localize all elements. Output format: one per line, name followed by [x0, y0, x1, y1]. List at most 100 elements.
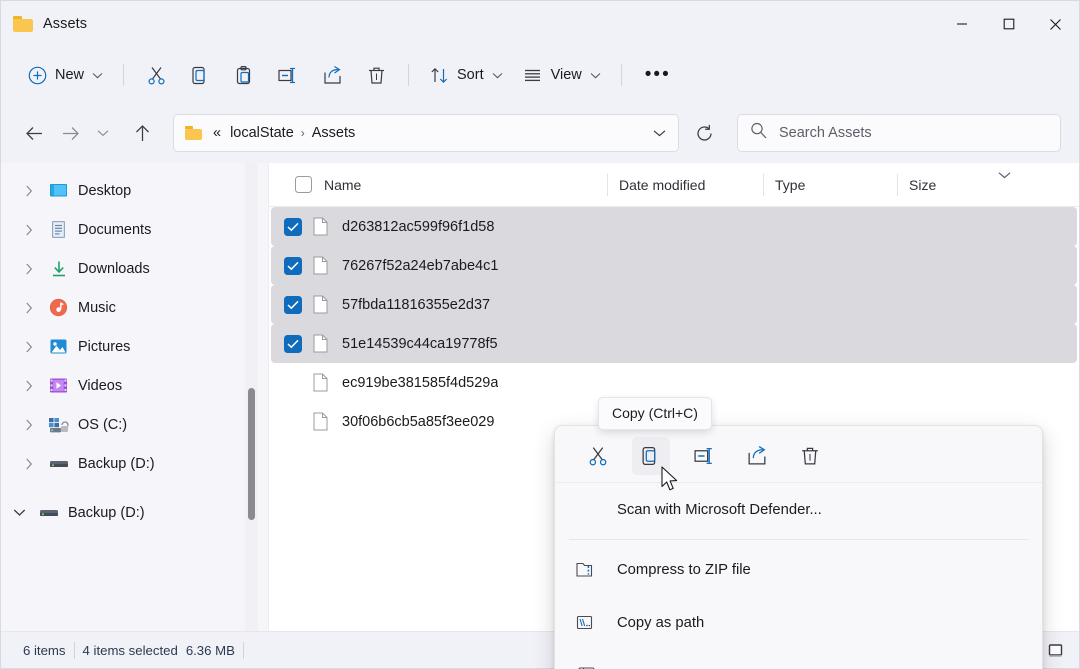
sidebar-item-os-c[interactable]: OS (C:): [5, 405, 263, 444]
column-header-size[interactable]: Size: [897, 163, 1079, 207]
new-button[interactable]: New: [17, 57, 113, 93]
cut-button[interactable]: [579, 437, 617, 475]
paste-button[interactable]: [222, 57, 266, 93]
drive-icon: [38, 503, 59, 522]
sidebar-item-label: Pictures: [78, 339, 130, 355]
sidebar-item-pictures[interactable]: Pictures: [5, 327, 263, 366]
menu-item-properties[interactable]: Properties Alt+Enter: [555, 649, 1042, 669]
minimize-button[interactable]: [938, 1, 985, 47]
breadcrumb-item-localstate[interactable]: localState: [225, 122, 299, 144]
large-icons-view-button[interactable]: [1041, 637, 1069, 663]
item-count: 6 items: [15, 643, 74, 658]
column-divider[interactable]: [897, 174, 898, 196]
chevron-down-icon[interactable]: [644, 118, 674, 148]
file-icon: [307, 412, 333, 431]
close-button[interactable]: [1032, 1, 1079, 47]
sidebar-scrollbar[interactable]: [245, 163, 258, 631]
sort-button[interactable]: Sort: [419, 57, 513, 93]
column-header-date-modified[interactable]: Date modified: [607, 163, 763, 207]
file-name: d263812ac599f96f1d58: [333, 219, 494, 235]
chevron-right-icon[interactable]: [19, 185, 39, 197]
row-checkbox[interactable]: [271, 218, 307, 236]
maximize-button[interactable]: [985, 1, 1032, 47]
table-row[interactable]: d263812ac599f96f1d58: [271, 207, 1077, 246]
column-header-name[interactable]: Name: [269, 163, 607, 207]
breadcrumb-item-assets[interactable]: Assets: [307, 122, 361, 144]
search-input[interactable]: Search Assets: [779, 125, 872, 141]
trash-icon: [365, 64, 387, 86]
share-button[interactable]: [738, 437, 776, 475]
menu-item-copy-as-path[interactable]: Copy as path: [555, 596, 1042, 649]
command-bar: New: [1, 47, 1079, 103]
see-more-button[interactable]: •••: [632, 57, 684, 93]
file-icon: [307, 217, 333, 236]
view-button[interactable]: View: [513, 57, 611, 93]
column-divider[interactable]: [607, 174, 608, 196]
menu-item-compress-to-zip[interactable]: Compress to ZIP file: [555, 543, 1042, 596]
share-icon: [321, 64, 343, 86]
delete-button[interactable]: [791, 437, 829, 475]
sidebar-item-downloads[interactable]: Downloads: [5, 249, 263, 288]
row-checkbox[interactable]: [271, 257, 307, 275]
sort-button-label: Sort: [457, 67, 484, 83]
sidebar-item-desktop[interactable]: Desktop: [5, 171, 263, 210]
row-checkbox[interactable]: [271, 296, 307, 314]
rename-button[interactable]: [266, 57, 310, 93]
context-menu: Scan with Microsoft Defender... Compress…: [554, 425, 1043, 669]
chevron-right-icon[interactable]: [19, 458, 39, 470]
navigation-pane: Desktop Documents Downloads: [1, 163, 269, 631]
select-all-checkbox[interactable]: [295, 176, 312, 193]
row-checkbox[interactable]: [271, 335, 307, 353]
tooltip: Copy (Ctrl+C): [598, 397, 712, 430]
sidebar-item-label: OS (C:): [78, 417, 127, 433]
copy-button[interactable]: [178, 57, 222, 93]
chevron-down-icon[interactable]: [9, 508, 29, 517]
menu-item-label: Compress to ZIP file: [617, 562, 751, 578]
rename-icon: [277, 64, 299, 86]
column-header-type[interactable]: Type: [763, 163, 897, 207]
content-area: Desktop Documents Downloads: [1, 163, 1079, 631]
table-row[interactable]: 51e14539c44ca19778f5: [271, 324, 1077, 363]
delete-button[interactable]: [354, 57, 398, 93]
sidebar-item-backup-d-root[interactable]: Backup (D:): [5, 493, 263, 532]
table-row[interactable]: 76267f52a24eb7abe4c1: [271, 246, 1077, 285]
menu-item-scan-with-defender[interactable]: Scan with Microsoft Defender...: [555, 483, 1042, 536]
file-icon: [307, 256, 333, 275]
refresh-button[interactable]: [687, 116, 721, 150]
chevron-right-icon[interactable]: [19, 263, 39, 275]
chevron-right-icon[interactable]: [19, 419, 39, 431]
sidebar-item-label: Backup (D:): [78, 456, 155, 472]
menu-item-label: Scan with Microsoft Defender...: [617, 502, 822, 518]
cut-button[interactable]: [134, 57, 178, 93]
chevron-right-icon[interactable]: [19, 380, 39, 392]
checkbox-checked-icon: [284, 218, 302, 236]
search-box[interactable]: Search Assets: [737, 114, 1061, 152]
sidebar-item-videos[interactable]: Videos: [5, 366, 263, 405]
back-button[interactable]: [17, 116, 51, 150]
chevron-right-icon[interactable]: [19, 302, 39, 314]
recent-locations-button[interactable]: [89, 116, 117, 150]
sidebar-item-music[interactable]: Music: [5, 288, 263, 327]
sidebar-spacer: [1, 483, 269, 493]
forward-button[interactable]: [53, 116, 87, 150]
sidebar-item-label: Backup (D:): [68, 505, 145, 521]
sidebar-item-label: Documents: [78, 222, 151, 238]
toolbar-divider-2: [408, 64, 409, 86]
table-row[interactable]: 57fbda11816355e2d37: [271, 285, 1077, 324]
up-button[interactable]: [125, 116, 159, 150]
chevron-right-icon[interactable]: [19, 224, 39, 236]
sidebar-scrollbar-thumb[interactable]: [248, 388, 255, 520]
share-button[interactable]: [310, 57, 354, 93]
address-bar[interactable]: « localState › Assets: [173, 114, 679, 152]
chevron-right-icon[interactable]: [19, 341, 39, 353]
breadcrumb-overflow[interactable]: «: [210, 125, 224, 141]
chevron-down-icon: [91, 69, 104, 82]
sidebar-item-backup-d[interactable]: Backup (D:): [5, 444, 263, 483]
rename-button[interactable]: [685, 437, 723, 475]
sidebar-item-documents[interactable]: Documents: [5, 210, 263, 249]
address-bar-row: « localState › Assets Search Assets: [1, 103, 1079, 163]
menu-separator: [569, 539, 1028, 540]
column-divider[interactable]: [763, 174, 764, 196]
breadcrumb-separator: ›: [300, 126, 306, 140]
title-bar: Assets: [1, 1, 1079, 47]
